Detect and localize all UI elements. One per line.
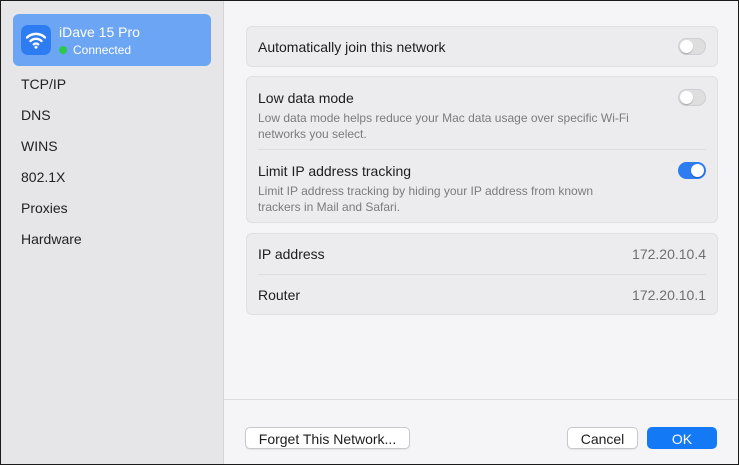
- ip-address-row: IP address 172.20.10.4: [247, 234, 717, 274]
- wifi-icon: [21, 25, 51, 55]
- low-data-toggle[interactable]: [678, 89, 706, 106]
- router-label: Router: [258, 287, 301, 303]
- toggle-knob: [691, 164, 704, 177]
- toggle-knob: [680, 40, 693, 53]
- low-data-description: Low data mode helps reduce your Mac data…: [258, 111, 629, 141]
- sidebar-item-wins[interactable]: WINS: [1, 131, 223, 162]
- limit-ip-label: Limit IP address tracking: [258, 163, 412, 179]
- network-details-window: iDave 15 Pro Connected TCP/IP DNS WINS 8…: [0, 0, 739, 465]
- auto-join-toggle[interactable]: [678, 38, 706, 55]
- sidebar-nav: TCP/IP DNS WINS 802.1X Proxies Hardware: [1, 69, 223, 255]
- ip-address-value: 172.20.10.4: [632, 246, 706, 262]
- sidebar-item-proxies[interactable]: Proxies: [1, 193, 223, 224]
- router-row: Router 172.20.10.1: [247, 275, 717, 314]
- network-status: Connected: [59, 43, 131, 57]
- network-info-group: IP address 172.20.10.4 Router 172.20.10.…: [246, 233, 718, 315]
- auto-join-label: Automatically join this network: [258, 39, 446, 55]
- sidebar-item-hardware[interactable]: Hardware: [1, 224, 223, 255]
- main-panel: Automatically join this network Low data…: [224, 1, 738, 464]
- sidebar-item-dns[interactable]: DNS: [1, 100, 223, 131]
- limit-ip-row: Limit IP address tracking Limit IP addre…: [247, 150, 717, 222]
- ip-address-label: IP address: [258, 246, 325, 262]
- low-data-label: Low data mode: [258, 90, 354, 106]
- dialog-footer: Forget This Network... Cancel OK: [224, 399, 738, 464]
- router-value: 172.20.10.1: [632, 287, 706, 303]
- auto-join-row: Automatically join this network: [247, 27, 717, 66]
- forget-network-button[interactable]: Forget This Network...: [245, 427, 410, 449]
- auto-join-group: Automatically join this network: [246, 26, 718, 67]
- selected-network-card[interactable]: iDave 15 Pro Connected: [13, 14, 211, 66]
- sidebar-item-8021x[interactable]: 802.1X: [1, 162, 223, 193]
- toggle-knob: [680, 91, 693, 104]
- limit-ip-description: Limit IP address tracking by hiding your…: [258, 184, 594, 214]
- privacy-group: Low data mode Low data mode helps reduce…: [246, 76, 718, 223]
- network-status-text: Connected: [73, 43, 132, 57]
- limit-ip-toggle[interactable]: [678, 162, 706, 179]
- cancel-button[interactable]: Cancel: [567, 427, 638, 449]
- ok-button[interactable]: OK: [647, 427, 717, 449]
- sidebar: iDave 15 Pro Connected TCP/IP DNS WINS 8…: [1, 1, 224, 464]
- sidebar-item-tcpip[interactable]: TCP/IP: [1, 69, 223, 100]
- network-name: iDave 15 Pro: [59, 24, 140, 40]
- low-data-row: Low data mode Low data mode helps reduce…: [247, 77, 717, 149]
